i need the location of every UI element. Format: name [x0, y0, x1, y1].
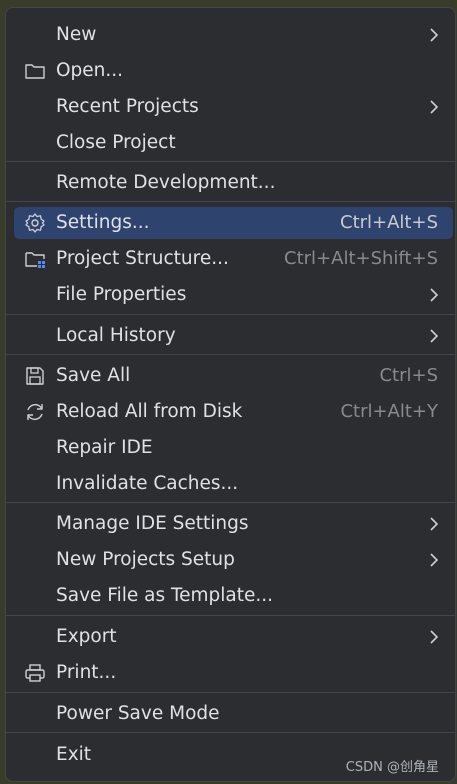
watermark: CSDN @创角星	[345, 760, 439, 775]
menu-item-label: Remote Development...	[56, 172, 276, 193]
chevron-right-icon	[427, 27, 441, 43]
chevron-right-icon	[427, 287, 441, 303]
menu-item-export[interactable]: Export	[14, 621, 453, 653]
menu-item-recent-projects[interactable]: Recent Projects	[14, 91, 453, 123]
menu-item-label: Print...	[56, 662, 117, 683]
menu-item-manage-ide-settings[interactable]: Manage IDE Settings	[14, 508, 453, 540]
menu-item-repair-ide[interactable]: Repair IDE	[14, 432, 453, 464]
shortcut-label: Ctrl+Alt+Shift+S	[284, 248, 438, 269]
menu-item-remote-development[interactable]: Remote Development...	[14, 167, 453, 199]
menu-item-label: Local History	[56, 325, 176, 346]
menu-item-label: Open...	[56, 60, 124, 81]
menu-item-label: Recent Projects	[56, 96, 199, 117]
menu-item-label: Invalidate Caches...	[56, 473, 239, 494]
menu-item-open[interactable]: Open...	[14, 55, 453, 87]
menu-item-label: Save File as Template...	[56, 585, 274, 606]
shortcut-label: Ctrl+Alt+Y	[340, 401, 438, 422]
menu-item-label: New Projects Setup	[56, 549, 235, 570]
menu-item-label: Power Save Mode	[56, 703, 220, 724]
menu-item-save-file-as-template[interactable]: Save File as Template...	[14, 580, 453, 612]
separator	[6, 314, 455, 315]
project-structure-icon	[24, 248, 46, 270]
menu-item-reload-all[interactable]: Reload All from Disk Ctrl+Alt+Y	[14, 396, 453, 428]
menu-item-invalidate-caches[interactable]: Invalidate Caches...	[14, 468, 453, 500]
menu-item-new-projects-setup[interactable]: New Projects Setup	[14, 544, 453, 576]
menu-item-print[interactable]: Print...	[14, 657, 453, 689]
menu-item-file-properties[interactable]: File Properties	[14, 279, 453, 311]
separator	[6, 732, 455, 733]
menu-item-local-history[interactable]: Local History	[14, 320, 453, 352]
shortcut-label: Ctrl+S	[379, 365, 438, 386]
chevron-right-icon	[427, 99, 441, 115]
reload-icon	[24, 401, 46, 423]
menu-item-label: Close Project	[56, 132, 176, 153]
menu-item-label: File Properties	[56, 284, 187, 305]
printer-icon	[24, 662, 46, 684]
chevron-right-icon	[427, 328, 441, 344]
separator	[6, 615, 455, 616]
menu-item-label: Repair IDE	[56, 437, 153, 458]
save-icon	[24, 365, 46, 387]
separator	[6, 161, 455, 162]
menu-item-label: New	[56, 24, 97, 45]
menu-item-label: Settings...	[56, 212, 150, 233]
menu-item-close-project[interactable]: Close Project	[14, 127, 453, 159]
separator	[6, 201, 455, 202]
menu-item-label: Export	[56, 626, 117, 647]
folder-icon	[24, 60, 46, 82]
file-menu: New Open... Recent Projects Close Projec…	[5, 7, 456, 782]
separator	[6, 502, 455, 503]
gear-icon	[24, 212, 46, 234]
menu-item-label: Exit	[56, 744, 92, 765]
menu-item-label: Manage IDE Settings	[56, 513, 249, 534]
menu-item-power-save-mode[interactable]: Power Save Mode	[14, 698, 453, 730]
menu-item-label: Project Structure...	[56, 248, 229, 269]
menu-item-label: Save All	[56, 365, 131, 386]
chevron-right-icon	[427, 516, 441, 532]
chevron-right-icon	[427, 629, 441, 645]
separator	[6, 692, 455, 693]
shortcut-label: Ctrl+Alt+S	[340, 212, 438, 233]
menu-item-save-all[interactable]: Save All Ctrl+S	[14, 360, 453, 392]
chevron-right-icon	[427, 552, 441, 568]
menu-item-label: Reload All from Disk	[56, 401, 243, 422]
menu-item-settings[interactable]: Settings... Ctrl+Alt+S	[14, 207, 453, 239]
menu-item-project-structure[interactable]: Project Structure... Ctrl+Alt+Shift+S	[14, 243, 453, 275]
separator	[6, 354, 455, 355]
menu-item-new[interactable]: New	[14, 19, 453, 51]
